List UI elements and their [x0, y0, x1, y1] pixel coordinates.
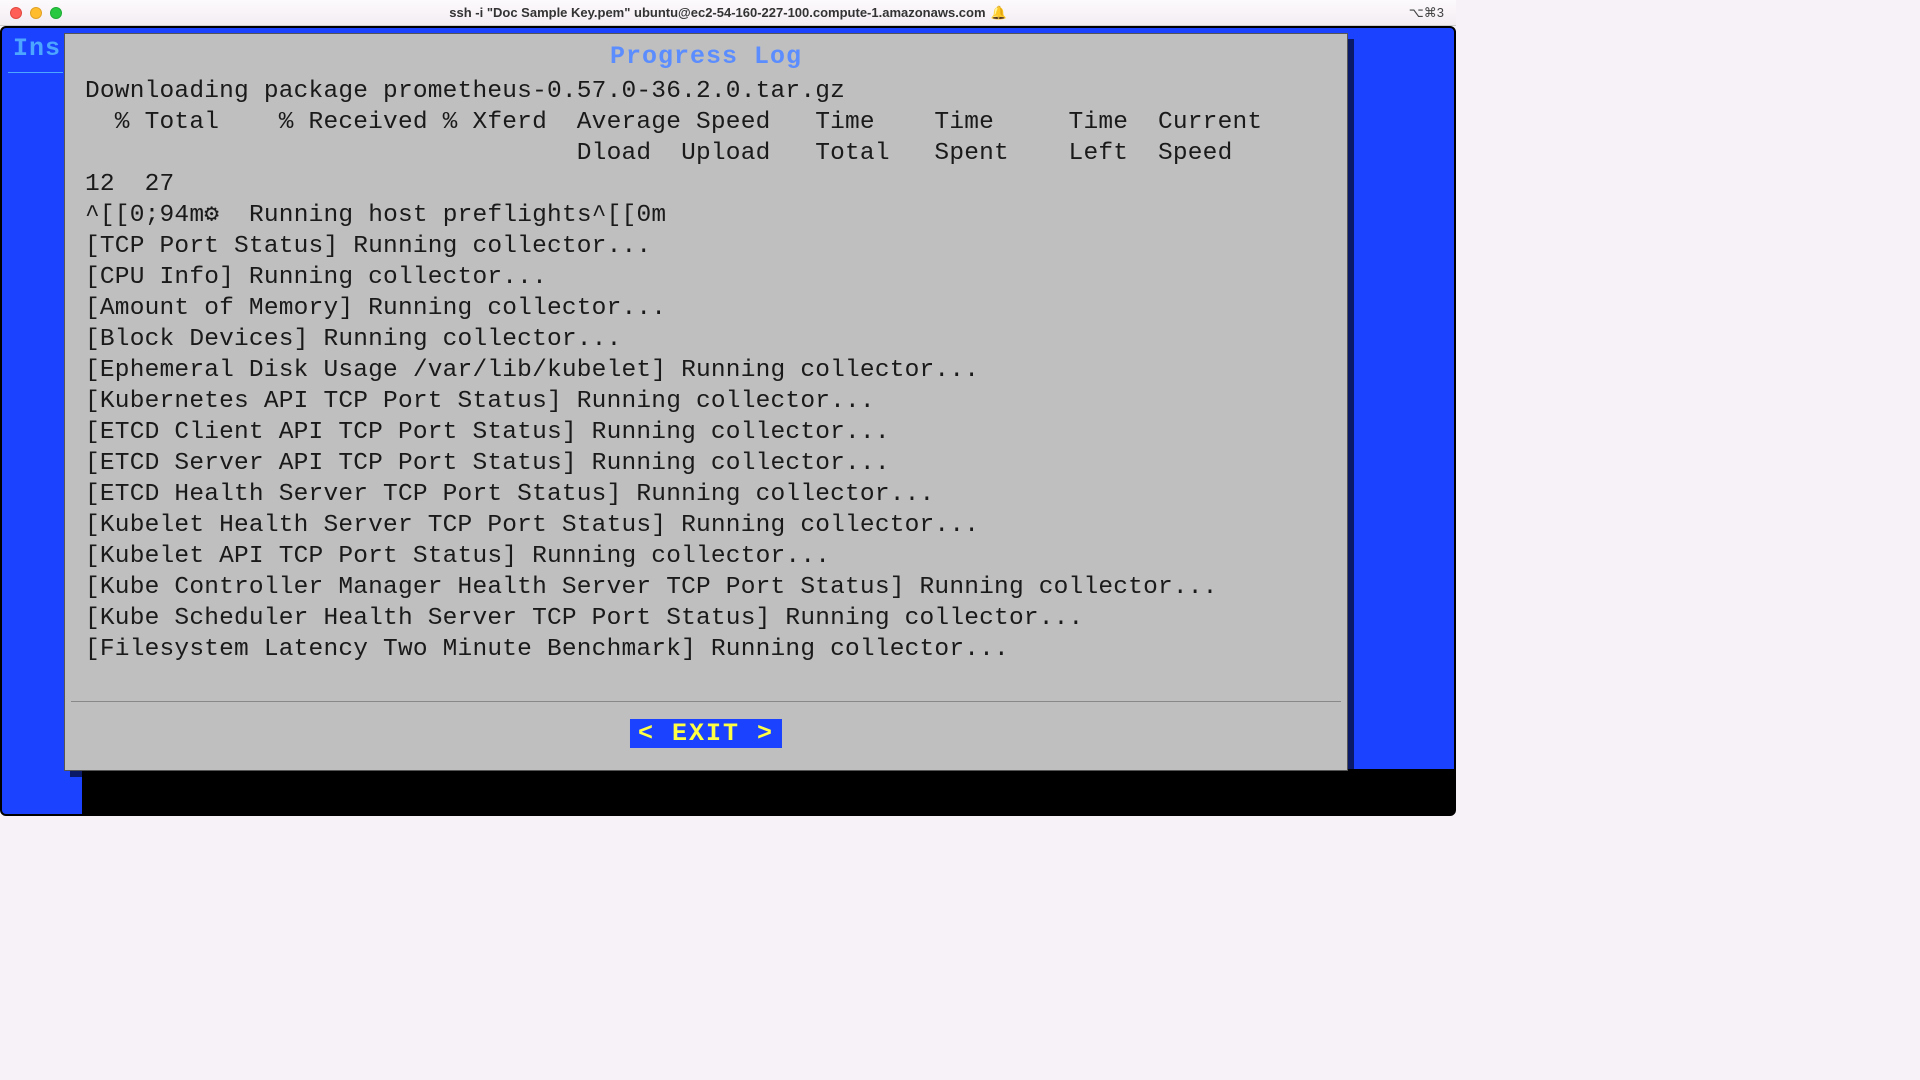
installer-label-partial: Ins	[13, 34, 61, 63]
log-line: [Kube Controller Manager Health Server T…	[85, 574, 1218, 601]
log-line: [ETCD Health Server TCP Port Status] Run…	[85, 481, 934, 508]
window-title: ssh -i "Doc Sample Key.pem" ubuntu@ec2-5…	[449, 5, 1006, 21]
log-line: Dload Upload Total Spent Left Speed	[85, 140, 1232, 167]
log-escape-seq: ^[[0;94m	[85, 202, 204, 229]
exit-button[interactable]: < EXIT >	[630, 719, 782, 748]
log-line: 12 27	[85, 171, 174, 198]
log-line: Running host preflights^[[0m	[219, 202, 666, 229]
terminal-black-strip	[82, 769, 1454, 814]
close-window-icon[interactable]	[10, 7, 22, 19]
log-line: [TCP Port Status] Running collector...	[85, 233, 651, 260]
dialog-title: Progress Log	[65, 34, 1347, 71]
dialog-separator	[71, 701, 1341, 702]
log-output[interactable]: Downloading package prometheus-0.57.0-36…	[85, 76, 1327, 680]
window-title-text: ssh -i "Doc Sample Key.pem" ubuntu@ec2-5…	[449, 5, 985, 20]
progress-log-dialog: Progress Log Downloading package prometh…	[64, 33, 1348, 771]
log-line: [Kubelet Health Server TCP Port Status] …	[85, 512, 979, 539]
bell-icon: 🔔	[991, 5, 1007, 21]
window-shortcut-indicator: ⌥⌘3	[1409, 5, 1444, 21]
gear-icon: ⚙	[204, 200, 219, 231]
installer-label-underline	[8, 72, 63, 73]
log-line: [Kubelet API TCP Port Status] Running co…	[85, 543, 830, 570]
log-line: [Kubernetes API TCP Port Status] Running…	[85, 388, 875, 415]
log-line: % Total % Received % Xferd Average Speed…	[85, 109, 1262, 136]
log-line: [CPU Info] Running collector...	[85, 264, 547, 291]
window-titlebar: ssh -i "Doc Sample Key.pem" ubuntu@ec2-5…	[0, 0, 1456, 26]
log-line: [Block Devices] Running collector...	[85, 326, 622, 353]
log-line: [ETCD Server API TCP Port Status] Runnin…	[85, 450, 890, 477]
log-line: Downloading package prometheus-0.57.0-36…	[85, 78, 845, 105]
terminal-background: Ins Progress Log Downloading package pro…	[0, 26, 1456, 816]
window-controls	[10, 7, 62, 19]
minimize-window-icon[interactable]	[30, 7, 42, 19]
log-line: [Ephemeral Disk Usage /var/lib/kubelet] …	[85, 357, 979, 384]
log-line: [Amount of Memory] Running collector...	[85, 295, 666, 322]
maximize-window-icon[interactable]	[50, 7, 62, 19]
log-line: [Filesystem Latency Two Minute Benchmark…	[85, 636, 1009, 663]
log-line: [ETCD Client API TCP Port Status] Runnin…	[85, 419, 890, 446]
log-line: [Kube Scheduler Health Server TCP Port S…	[85, 605, 1083, 632]
